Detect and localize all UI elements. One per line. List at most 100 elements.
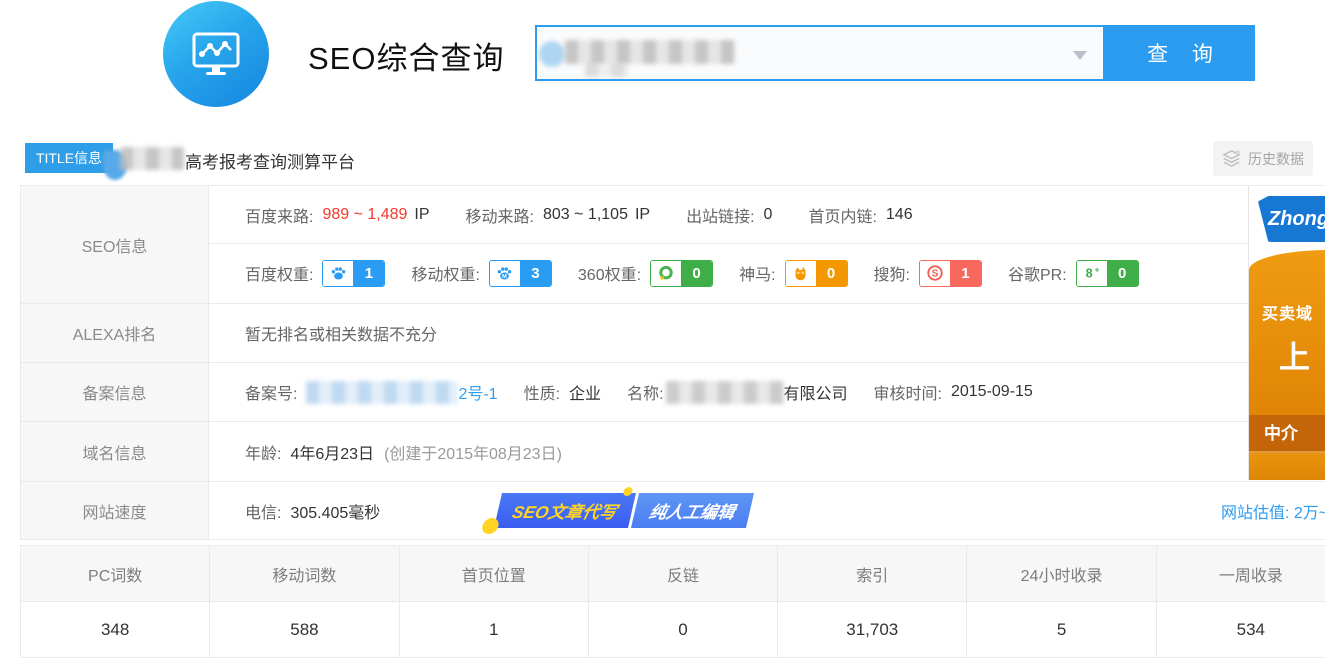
svg-text:+: + [1095,265,1100,274]
google-pr: 谷歌PR: 8 + 0 [1008,260,1139,287]
icp-nature-value: 企业 [569,380,601,404]
redacted-icp-number [306,381,458,404]
shenma-owl-icon [786,261,816,286]
mobile-traffic-value: 803 ~ 1,105 [543,206,628,224]
valuation-label[interactable]: 网站估值: [1221,505,1289,522]
shenma-weight-value: 0 [816,261,847,286]
stats-value-24h-included: 5 [966,602,1155,657]
history-data-button[interactable]: 历史数据 [1213,141,1313,176]
mobile-weight-value: 3 [520,261,551,286]
sogou-weight: 搜狗: S 1 [874,260,982,287]
baidu-paw-icon [323,261,353,286]
baidu-weight: 百度权重: 1 [245,260,385,287]
table-row-alexa: ALEXA排名 暂无排名或相关数据不充分 [21,304,1325,363]
stats-value-mobile-words: 588 [209,602,398,657]
ad-header: Zhong [1249,186,1325,250]
ad-tail [1249,453,1325,480]
so360-weight-value: 0 [681,261,712,286]
stats-header-index: 索引 [777,546,966,601]
row-label-alexa: ALEXA排名 [21,304,209,362]
monitor-chart-icon [184,22,248,86]
seo-traffic-line: 百度来路: 989 ~ 1,489 IP 移动来路: 803 ~ 1,105 I… [209,186,1325,244]
site-valuation-link[interactable]: 网站估值: 2万~3 [1221,499,1325,523]
domain-broker-ad[interactable]: Zhong 买卖域 上 中介 [1248,186,1325,480]
app-logo [163,1,269,107]
title-info-badge: TITLE信息 [25,143,113,173]
redacted-company-name [666,381,784,404]
stats-header-row: PC词数 移动词数 首页位置 反链 索引 24小时收录 一周收录 [21,546,1325,602]
baidu-weight-value: 1 [353,261,384,286]
alexa-content: 暂无排名或相关数据不充分 [245,321,437,345]
baidu-traffic-label: 百度来路: [245,203,313,227]
sogou-s-icon: S [920,261,950,286]
mobile-traffic-unit: IP [635,206,650,224]
row-label-speed: 网站速度 [21,482,209,539]
google-pr-badge[interactable]: 8 + 0 [1076,260,1139,287]
stats-header-pc-words: PC词数 [21,546,209,601]
ad-text-right: 纯人工编辑 [631,493,754,528]
mobile-weight: 移动权重: M 3 [411,260,551,287]
shenma-weight-label: 神马: [739,261,775,285]
stats-header-mobile-words: 移动词数 [209,546,398,601]
seo-info-table: SEO信息 百度来路: 989 ~ 1,489 IP 移动来路: 803 ~ 1… [20,185,1325,540]
domain-age-value: 4年6月23日 [290,440,374,464]
valuation-value[interactable]: 2万~3 [1294,505,1325,522]
redacted-favicon [539,41,565,67]
chevron-down-icon[interactable] [1073,51,1087,60]
ad-text-left: SEO文章代写 [494,493,636,528]
table-row-speed: 网站速度 电信: 305.405毫秒 SEO文章代写 纯人工编辑 网站估值: 2… [21,482,1325,539]
domain-created-value: (创建于2015年08月23日) [384,440,562,464]
mobile-weight-badge[interactable]: M 3 [489,260,552,287]
so360-weight: 360权重: 0 [578,260,713,287]
search-input[interactable] [535,25,1105,81]
redacted-query-text [585,63,629,77]
svg-text:S: S [932,268,939,279]
baidu-traffic-value: 989 ~ 1,489 [322,206,407,224]
keyword-stats-table: PC词数 移动词数 首页位置 反链 索引 24小时收录 一周收录 348 588… [20,545,1325,658]
mobile-weight-label: 移动权重: [411,261,479,285]
redacted-query-text [565,40,735,64]
stats-header-backlinks: 反链 [588,546,777,601]
ad-line3-strip: 中介 [1249,415,1325,453]
sogou-weight-value: 1 [950,261,981,286]
sogou-weight-label: 搜狗: [874,261,910,285]
icp-nature-label: 性质: [524,380,560,404]
row-label-icp: 备案信息 [21,363,209,421]
svg-text:M: M [503,274,508,280]
mobile-traffic-label: 移动来路: [466,203,534,227]
svg-text:8: 8 [1086,266,1093,280]
table-row-seo: SEO信息 百度来路: 989 ~ 1,489 IP 移动来路: 803 ~ 1… [21,186,1325,304]
layers-icon [1222,149,1241,168]
icp-audit-label: 审核时间: [874,380,942,404]
query-button[interactable]: 查 询 [1105,25,1255,81]
zhong-shield-logo: Zhong [1258,196,1325,242]
home-links-label: 首页内链: [808,203,876,227]
seo-weights-line: 百度权重: 1 移动权重: [209,244,1325,302]
stats-value-pc-words: 348 [21,602,209,657]
360-ring-icon [651,261,681,286]
google-pr-label: 谷歌PR: [1008,261,1067,285]
telecom-label: 电信: [245,499,281,523]
baidu-mobile-paw-icon: M [490,261,520,286]
stats-value-backlinks: 0 [588,602,777,657]
so360-weight-badge[interactable]: 0 [650,260,713,287]
sogou-weight-badge[interactable]: S 1 [919,260,982,287]
baidu-weight-badge[interactable]: 1 [322,260,385,287]
stats-header-home-position: 首页位置 [399,546,588,601]
stats-value-week-included: 534 [1156,602,1325,657]
page-title: SEO综合查询 [308,33,504,78]
table-row-icp: 备案信息 备案号: 2号-1 性质: 企业 名称: 有限公司 审核时间: 201… [21,363,1325,422]
google-pr-value: 0 [1107,261,1138,286]
ad-line2: 上 [1249,332,1325,377]
stats-header-week-included: 一周收录 [1156,546,1325,601]
shenma-weight: 神马: 0 [739,260,847,287]
icp-audit-value: 2015-09-15 [951,383,1033,401]
ad-line1: 买卖域 [1249,300,1325,324]
gplus-icon: 8 + [1077,261,1107,286]
stats-values-row: 348 588 1 0 31,703 5 534 [21,602,1325,657]
so360-weight-label: 360权重: [578,261,641,285]
shenma-weight-badge[interactable]: 0 [785,260,848,287]
seo-writing-ad[interactable]: SEO文章代写 纯人工编辑 [494,493,754,528]
icp-number-link[interactable]: 2号-1 [458,380,497,404]
search-bar: 查 询 [535,25,1255,81]
